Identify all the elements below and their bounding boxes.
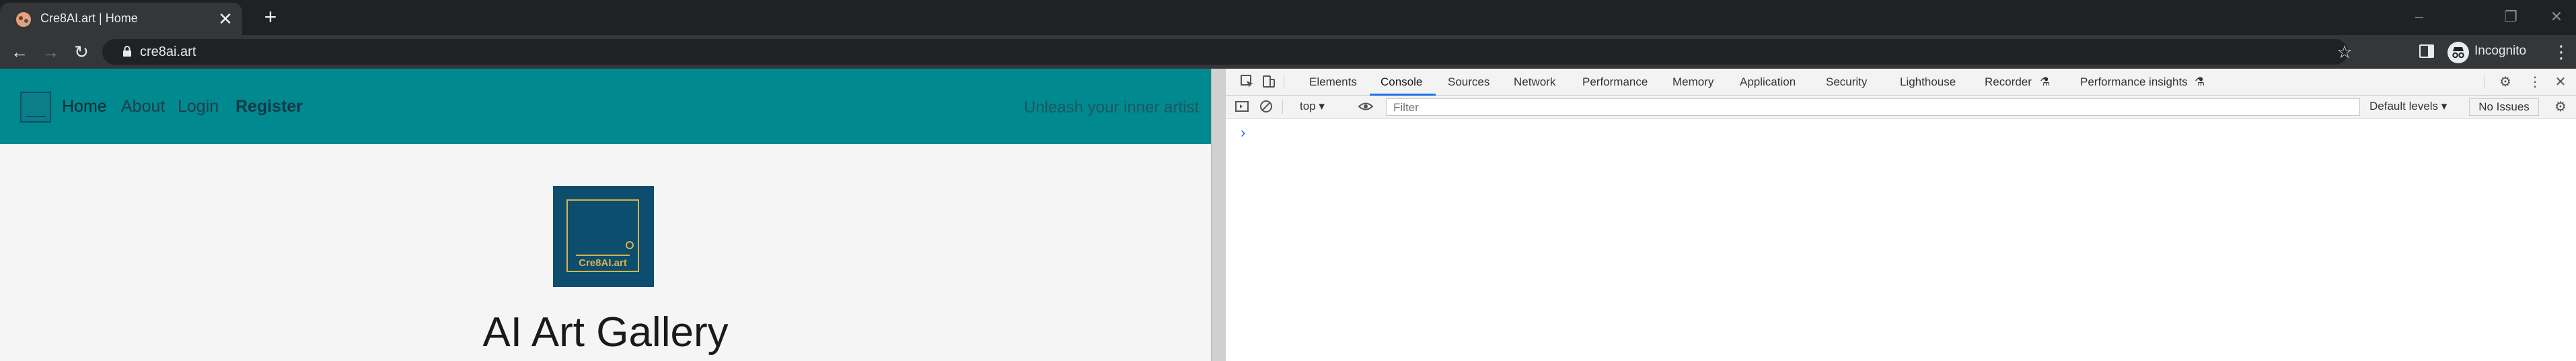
toolbar-divider xyxy=(2484,75,2485,89)
hero-logo: Cre8AI.art xyxy=(553,186,654,287)
logo-text: Cre8AI.art xyxy=(579,257,627,269)
tab-security[interactable]: Security xyxy=(1826,75,1867,89)
logo-swirl-icon xyxy=(626,241,634,249)
live-expression-eye-icon[interactable] xyxy=(1358,99,1374,115)
filter-placeholder: Filter xyxy=(1393,101,1419,114)
issues-button[interactable]: No Issues xyxy=(2469,98,2539,116)
tab-performance[interactable]: Performance xyxy=(1582,75,1648,89)
devtools-panel: Elements Console Sources Network Perform… xyxy=(1226,69,2576,361)
console-filter-bar: top ▾ Filter Default levels ▾ No Issues … xyxy=(1226,96,2576,119)
console-prompt-chevron-icon[interactable]: › xyxy=(1241,124,1245,141)
devtools-close-icon[interactable]: ✕ xyxy=(2552,74,2569,90)
side-panel-icon[interactable] xyxy=(2419,44,2434,58)
site-navbar: Home About Login Register Unleash your i… xyxy=(0,69,1211,144)
tab-console[interactable]: Console xyxy=(1381,75,1422,89)
tab-memory[interactable]: Memory xyxy=(1672,75,1714,89)
tab-lighthouse[interactable]: Lighthouse xyxy=(1900,75,1956,89)
address-bar[interactable]: cre8ai.art ☆ xyxy=(102,39,2353,65)
nav-about-link[interactable]: About xyxy=(121,97,165,117)
back-arrow-icon[interactable]: ← xyxy=(9,42,30,62)
settings-gear-icon[interactable]: ⚙ xyxy=(2497,74,2513,90)
tab-strip: Cre8AI.art | Home ✕ + – ❐ ✕ xyxy=(0,0,2576,35)
browser-toolbar: ← → ↻ cre8ai.art ☆ Incognito ⋮ xyxy=(0,35,2576,69)
url-text[interactable]: cre8ai.art xyxy=(140,44,196,60)
log-levels-dropdown[interactable]: Default levels ▾ xyxy=(2369,100,2447,113)
reload-icon[interactable]: ↻ xyxy=(71,42,91,62)
window-close-icon[interactable]: ✕ xyxy=(2543,7,2570,27)
page-title: AI Art Gallery xyxy=(482,309,729,356)
palette-favicon-icon xyxy=(16,12,31,27)
device-toolbar-icon[interactable] xyxy=(1261,74,1277,90)
bookmark-star-icon[interactable]: ☆ xyxy=(2334,42,2355,62)
tab-performance-insights[interactable]: Performance insights xyxy=(2080,75,2188,89)
nav-home-link[interactable]: Home xyxy=(62,97,107,117)
flask-icon: ⚗ xyxy=(2040,75,2051,88)
lock-icon xyxy=(123,46,131,57)
minimize-icon[interactable]: – xyxy=(2406,7,2433,27)
tab-elements[interactable]: Elements xyxy=(1309,75,1357,89)
console-settings-gear-icon[interactable]: ⚙ xyxy=(2552,99,2569,115)
sidebar-toggle-icon[interactable] xyxy=(1234,99,1250,115)
tab-title: Cre8AI.art | Home xyxy=(40,11,138,25)
profile-label[interactable]: Incognito xyxy=(2474,44,2526,59)
devtools-splitter[interactable] xyxy=(1211,69,1226,361)
web-page: Home About Login Register Unleash your i… xyxy=(0,69,1211,361)
incognito-glyph-icon xyxy=(2452,47,2464,59)
console-filter-input[interactable]: Filter xyxy=(1386,98,2360,116)
devtools-tabbar: Elements Console Sources Network Perform… xyxy=(1226,69,2576,96)
browser-tab[interactable]: Cre8AI.art | Home ✕ xyxy=(0,3,242,35)
logo-frame: Cre8AI.art xyxy=(566,199,639,272)
site-tagline: Unleash your inner artist xyxy=(1024,98,1200,117)
browser-menu-icon[interactable]: ⋮ xyxy=(2551,42,2571,62)
logo-rule xyxy=(576,255,630,256)
inspect-element-icon[interactable] xyxy=(1239,74,1255,90)
tab-sources[interactable]: Sources xyxy=(1448,75,1489,89)
tab-recorder[interactable]: Recorder xyxy=(1985,75,2032,89)
nav-register-link[interactable]: Register xyxy=(235,97,303,117)
new-tab-button[interactable]: + xyxy=(258,5,283,30)
context-selector[interactable]: top ▾ xyxy=(1300,100,1325,113)
incognito-icon[interactable] xyxy=(2448,42,2469,63)
toolbar-divider xyxy=(1282,100,1283,114)
site-logo-icon[interactable] xyxy=(20,92,51,123)
more-options-icon[interactable]: ⋮ xyxy=(2527,74,2543,90)
tab-close-icon[interactable]: ✕ xyxy=(217,10,234,28)
nav-login-link[interactable]: Login xyxy=(178,97,219,117)
clear-console-icon[interactable] xyxy=(1258,99,1274,115)
flask-icon: ⚗ xyxy=(2195,75,2205,88)
tab-application[interactable]: Application xyxy=(1740,75,1796,89)
tab-network[interactable]: Network xyxy=(1514,75,1555,89)
restore-icon[interactable]: ❐ xyxy=(2497,7,2524,27)
forward-arrow-icon[interactable]: → xyxy=(40,42,61,62)
